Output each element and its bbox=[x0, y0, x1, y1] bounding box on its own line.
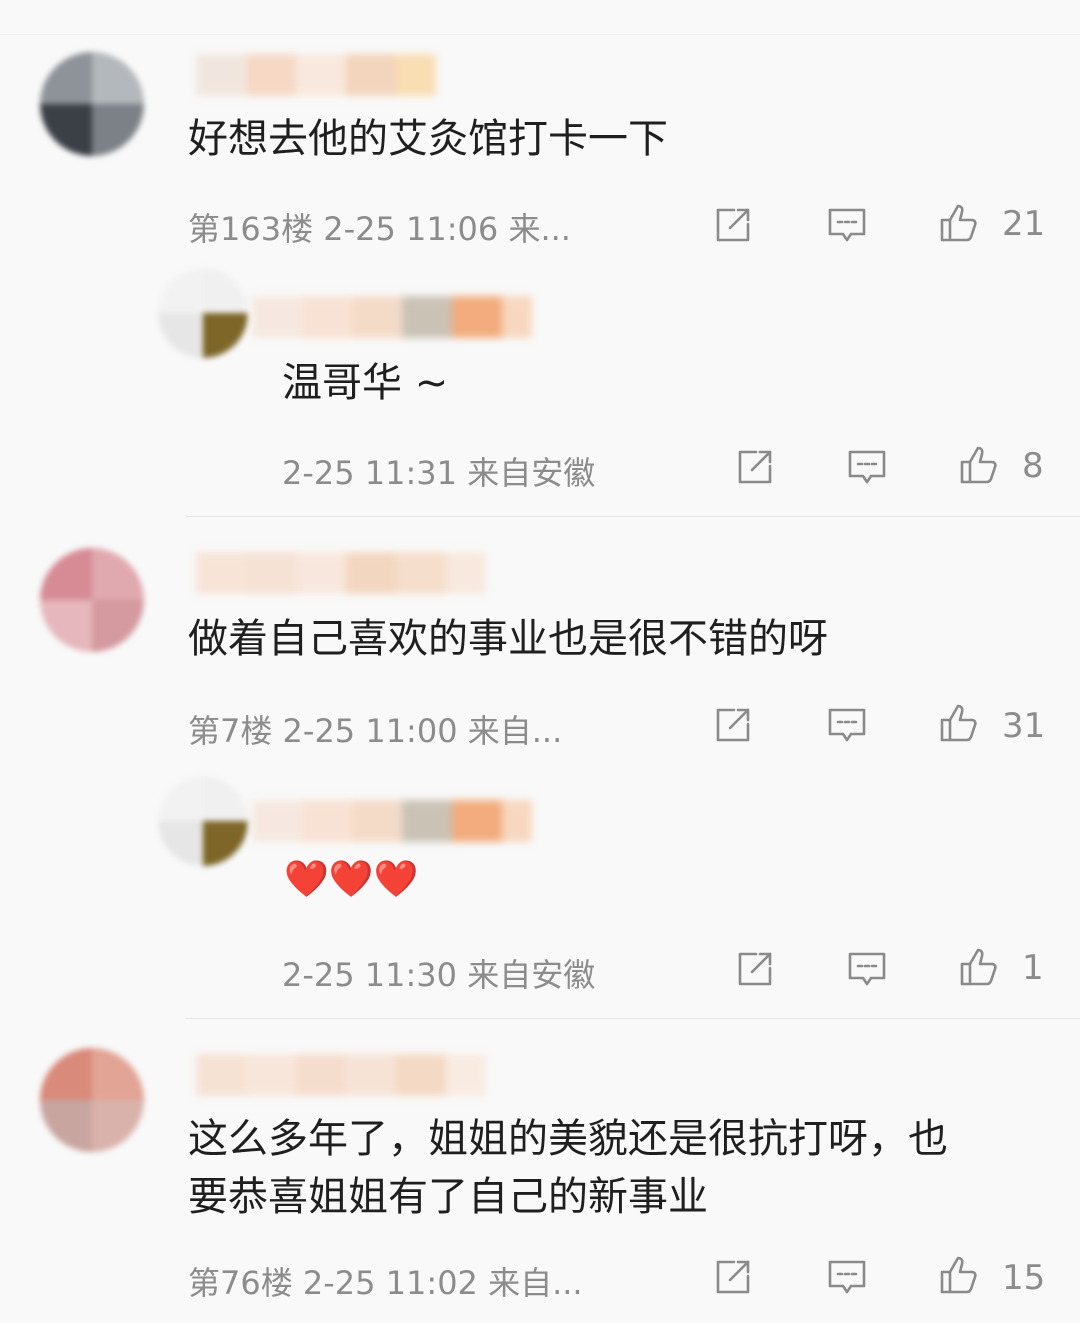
comment-icon[interactable] bbox=[826, 204, 868, 246]
share-icon[interactable] bbox=[712, 1256, 754, 1298]
comment-text-line: 这么多年了，姐姐的美貌还是很抗打呀，也 bbox=[188, 1116, 948, 1162]
share-icon[interactable] bbox=[712, 204, 754, 246]
comment-icon[interactable] bbox=[846, 446, 888, 488]
share-icon[interactable] bbox=[712, 704, 754, 746]
username[interactable] bbox=[196, 54, 436, 96]
share-icon[interactable] bbox=[734, 948, 776, 990]
share-icon[interactable] bbox=[734, 446, 776, 488]
comment-text: 好想去他的艾灸馆打卡一下 bbox=[188, 116, 668, 162]
reply-text: 温哥华 ~ bbox=[282, 360, 449, 406]
reply-meta: 2-25 11:31 来自安徽 bbox=[282, 454, 596, 492]
avatar[interactable] bbox=[40, 1048, 144, 1152]
reply-text: ❤️❤️❤️ bbox=[284, 859, 419, 900]
username[interactable] bbox=[196, 552, 486, 594]
avatar[interactable] bbox=[40, 52, 144, 156]
avatar[interactable] bbox=[158, 268, 248, 358]
reply-meta: 2-25 11:30 来自安徽 bbox=[282, 956, 596, 994]
thumbs-up-icon[interactable] bbox=[958, 946, 1000, 988]
like-count: 21 bbox=[1002, 204, 1046, 244]
comment-meta: 第76楼 2-25 11:02 来自... bbox=[188, 1264, 583, 1302]
comment-text-line: 要恭喜姐姐有了自己的新事业 bbox=[188, 1174, 708, 1220]
divider bbox=[186, 1018, 1080, 1019]
top-divider bbox=[0, 34, 1080, 35]
thumbs-up-icon[interactable] bbox=[938, 702, 980, 744]
like-count: 15 bbox=[1002, 1258, 1046, 1298]
comment-text: 做着自己喜欢的事业也是很不错的呀 bbox=[188, 616, 828, 662]
username[interactable] bbox=[252, 296, 532, 338]
comment-meta: 第7楼 2-25 11:00 来自... bbox=[188, 712, 563, 750]
avatar[interactable] bbox=[158, 776, 248, 866]
comment-icon[interactable] bbox=[826, 704, 868, 746]
like-count: 8 bbox=[1022, 446, 1044, 486]
username[interactable] bbox=[252, 800, 532, 842]
thumbs-up-icon[interactable] bbox=[938, 1254, 980, 1296]
thumbs-up-icon[interactable] bbox=[958, 444, 1000, 486]
comment-icon[interactable] bbox=[846, 948, 888, 990]
like-count: 1 bbox=[1022, 948, 1044, 988]
comment-icon[interactable] bbox=[826, 1256, 868, 1298]
comment-meta: 第163楼 2-25 11:06 来... bbox=[188, 210, 571, 248]
username[interactable] bbox=[196, 1054, 486, 1096]
like-count: 31 bbox=[1002, 706, 1046, 746]
divider bbox=[186, 516, 1080, 517]
thumbs-up-icon[interactable] bbox=[938, 202, 980, 244]
avatar[interactable] bbox=[40, 548, 144, 652]
